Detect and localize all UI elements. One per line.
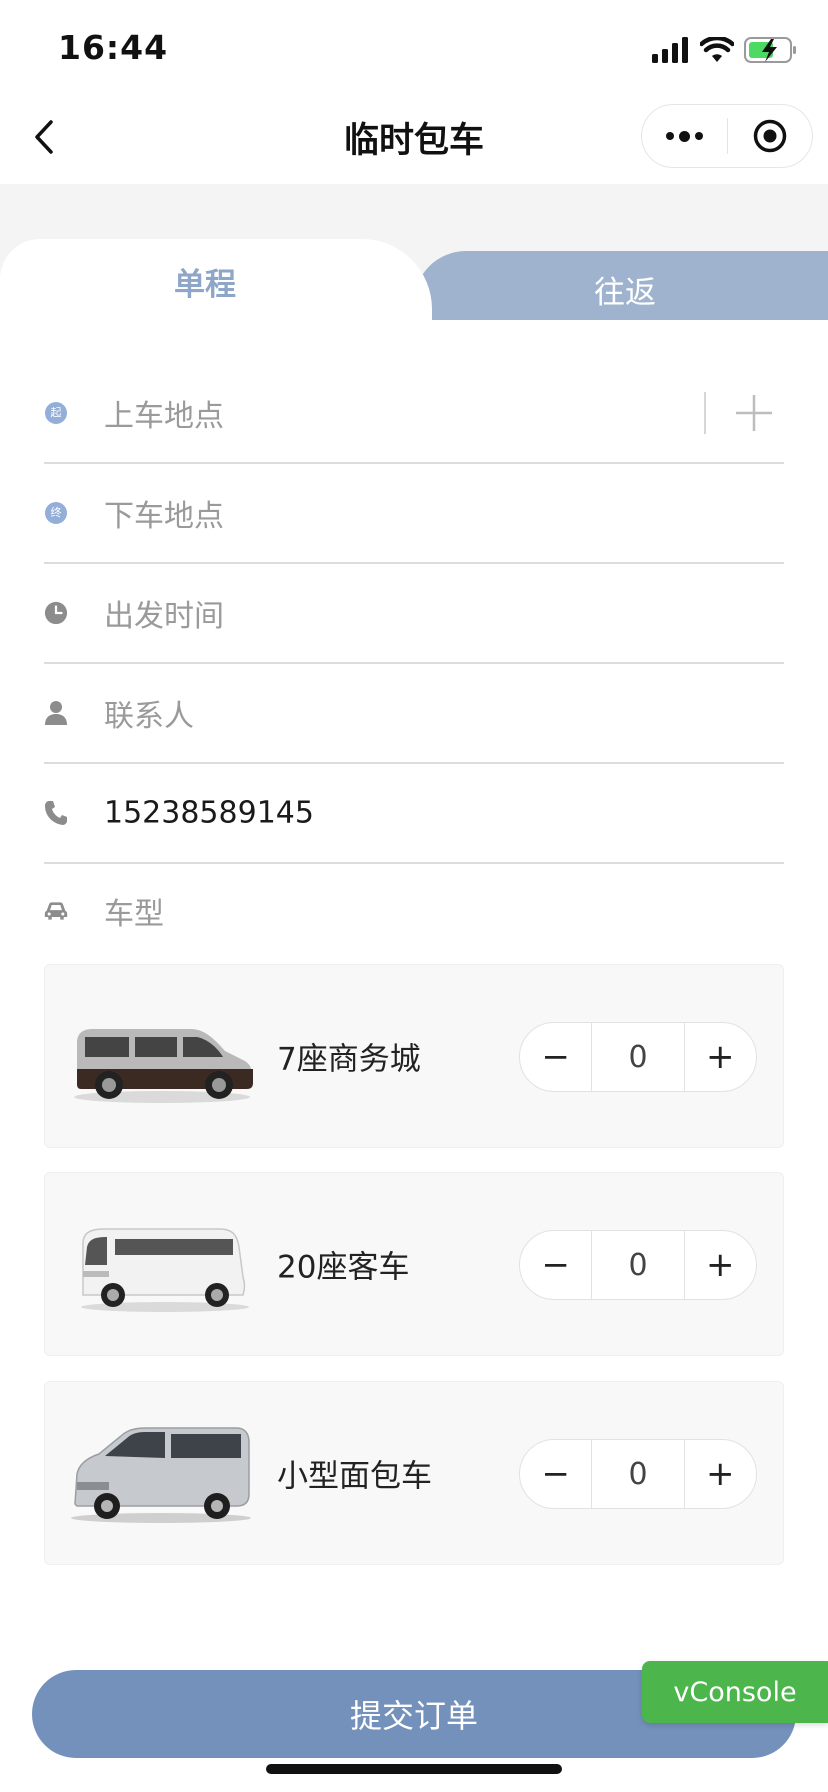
decrease-button[interactable]: − [520, 1231, 591, 1299]
vehicle-name: 小型面包车 [277, 1458, 432, 1495]
minivan-image [71, 1427, 251, 1523]
target-icon [753, 119, 787, 153]
dropoff-location-placeholder: 下车地点 [104, 499, 224, 534]
increase-button[interactable]: + [685, 1231, 756, 1299]
plus-icon [736, 395, 772, 431]
vehicle-card: 小型面包车 − 0 + [44, 1381, 784, 1565]
quantity-stepper: − 0 + [519, 1439, 757, 1509]
divider [704, 392, 706, 434]
vconsole-button[interactable]: vConsole [642, 1661, 828, 1723]
vehicle-name: 20座客车 [277, 1249, 410, 1286]
home-indicator [266, 1764, 562, 1774]
status-icons [652, 34, 798, 66]
chevron-left-icon [35, 120, 53, 154]
signal-icon [652, 37, 688, 63]
quantity-value[interactable]: 0 [591, 1023, 685, 1091]
minibus-image [81, 1228, 249, 1312]
vehicle-type-header: 车型 [44, 866, 784, 956]
tab-round-trip-label: 往返 [594, 275, 656, 311]
start-badge-icon: 起 [44, 401, 68, 425]
dot-icon [695, 132, 703, 140]
quantity-stepper: − 0 + [519, 1230, 757, 1300]
dot-icon [679, 130, 690, 142]
vehicle-type-label: 车型 [104, 897, 164, 932]
back-button[interactable] [24, 114, 64, 160]
close-miniprogram-button[interactable] [728, 105, 812, 167]
decrease-button[interactable]: − [520, 1023, 591, 1091]
end-badge-icon: 终 [44, 501, 68, 525]
tab-one-way-label: 单程 [174, 267, 236, 303]
person-icon [44, 701, 68, 725]
vehicle-name: 7座商务城 [277, 1041, 421, 1078]
quantity-value[interactable]: 0 [591, 1440, 685, 1508]
phone-field[interactable]: 15238589145 [44, 764, 784, 864]
vehicle-card: 20座客车 − 0 + [44, 1172, 784, 1356]
clock-icon [44, 601, 68, 625]
pickup-location-placeholder: 上车地点 [104, 399, 224, 434]
quantity-value[interactable]: 0 [591, 1231, 685, 1299]
dot-icon [666, 132, 674, 140]
pickup-location-field[interactable]: 起 上车地点 [44, 364, 784, 464]
contact-name-placeholder: 联系人 [104, 699, 194, 734]
battery-icon [744, 37, 796, 63]
phone-value: 15238589145 [104, 795, 314, 831]
increase-button[interactable]: + [685, 1023, 756, 1091]
departure-time-placeholder: 出发时间 [104, 599, 224, 634]
departure-time-field[interactable]: 出发时间 [44, 564, 784, 664]
quantity-stepper: − 0 + [519, 1022, 757, 1092]
car-icon [44, 899, 68, 923]
van-image [74, 1029, 253, 1103]
add-stop-button[interactable] [704, 388, 784, 438]
status-time: 16:44 [58, 28, 169, 67]
phone-icon [44, 801, 68, 825]
miniprogram-capsule [641, 104, 813, 168]
wifi-icon [700, 37, 734, 62]
more-button[interactable] [642, 105, 727, 167]
dropoff-location-field[interactable]: 终 下车地点 [44, 464, 784, 564]
vehicle-card: 7座商务城 − 0 + [44, 964, 784, 1148]
contact-name-field[interactable]: 联系人 [44, 664, 784, 764]
increase-button[interactable]: + [685, 1440, 756, 1508]
decrease-button[interactable]: − [520, 1440, 591, 1508]
